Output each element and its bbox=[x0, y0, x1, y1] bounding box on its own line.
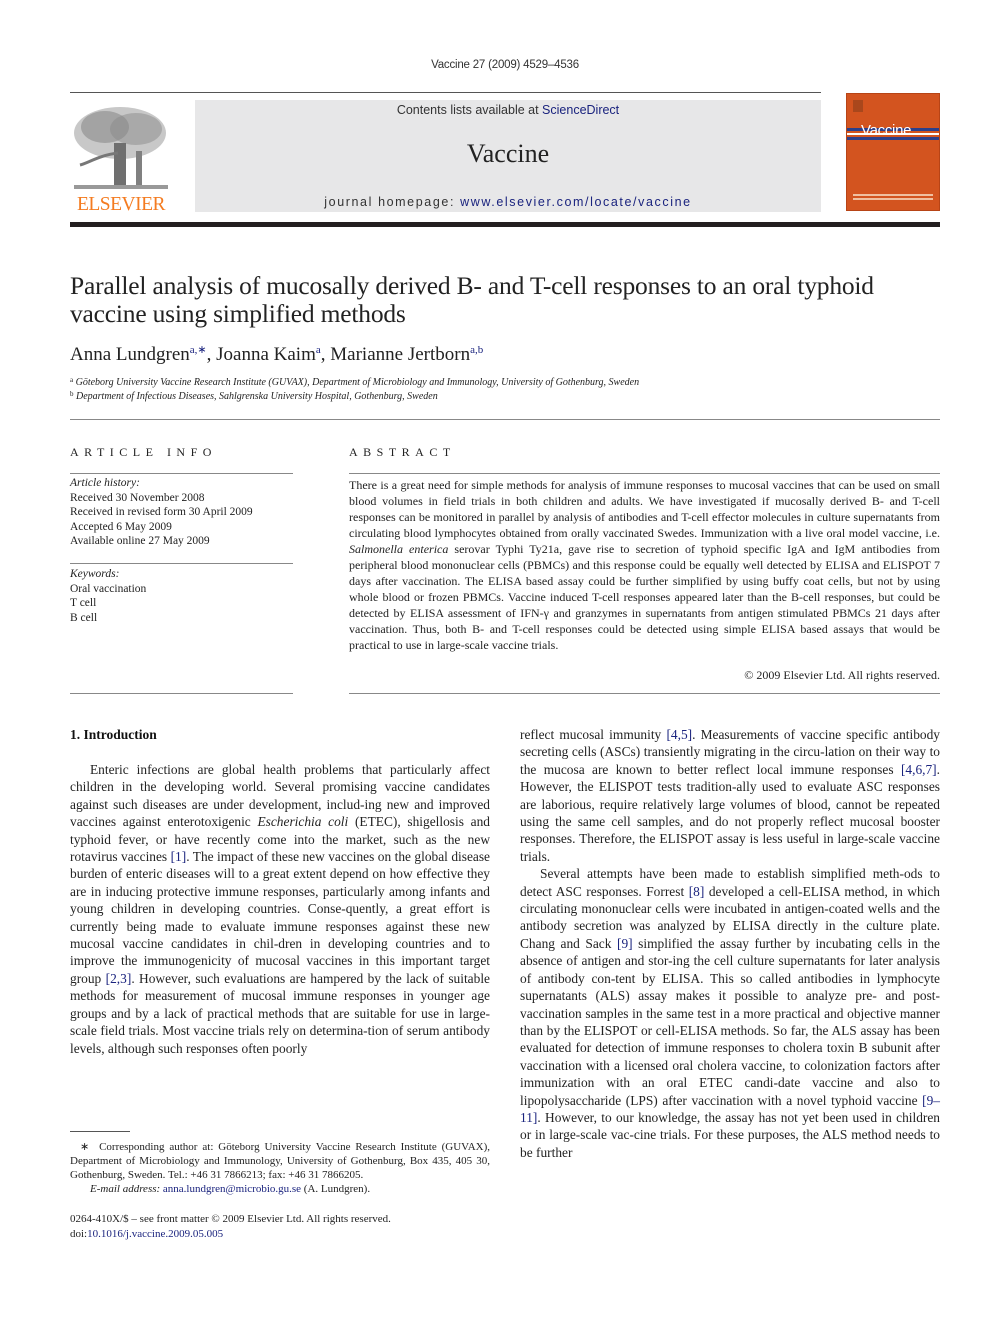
corresponding-author-footnote: ∗ Corresponding author at: Göteborg Univ… bbox=[70, 1140, 490, 1196]
keywords-label: Keywords: bbox=[70, 568, 120, 580]
keyword-item: Oral vaccination bbox=[70, 582, 147, 595]
abstract-text-part: There is a great need for simple methods… bbox=[349, 478, 940, 540]
paragraph: Enteric infections are global health pro… bbox=[70, 761, 490, 1057]
homepage-link[interactable]: www.elsevier.com/locate/vaccine bbox=[460, 195, 692, 209]
doi-prefix: doi: bbox=[70, 1228, 88, 1240]
affiliation: a Göteborg University Vaccine Research I… bbox=[70, 376, 940, 388]
keywords: Keywords: Oral vaccination T cell B cell bbox=[70, 567, 293, 625]
citation-link[interactable]: [1] bbox=[171, 849, 187, 864]
citation-link[interactable]: [4,6,7] bbox=[901, 762, 937, 777]
header-thick-rule bbox=[70, 222, 940, 227]
text-run: simplified the assay further by incubati… bbox=[520, 935, 940, 1108]
citation-link[interactable]: [4,5] bbox=[666, 727, 692, 742]
body-right-column: reflect mucosal immunity [4,5]. Measurem… bbox=[520, 726, 940, 1161]
affiliation-text: Göteborg University Vaccine Research Ins… bbox=[75, 377, 640, 388]
doi-line: doi:10.1016/j.vaccine.2009.05.005 bbox=[70, 1227, 490, 1242]
abstract-copyright: © 2009 Elsevier Ltd. All rights reserved… bbox=[744, 668, 940, 682]
history-item: Received 30 November 2008 bbox=[70, 491, 205, 504]
history-item: Received in revised form 30 April 2009 bbox=[70, 506, 253, 518]
affiliation: b Department of Infectious Diseases, Sah… bbox=[70, 390, 940, 402]
author-affil-mark[interactable]: a bbox=[316, 344, 321, 356]
abstract-heading: ABSTRACT bbox=[349, 445, 456, 459]
footnote-email: E-mail address: anna.lundgren@microbio.g… bbox=[70, 1182, 490, 1196]
cover-publisher-icon bbox=[853, 100, 863, 112]
body-left-column: Enteric infections are global health pro… bbox=[70, 761, 490, 1057]
author-affil-mark[interactable]: a,b bbox=[470, 344, 483, 356]
affiliation-mark: b bbox=[70, 390, 74, 398]
author-affil-mark[interactable]: a,∗ bbox=[190, 344, 207, 356]
email-link[interactable]: anna.lundgren@microbio.gu.se bbox=[163, 1183, 301, 1195]
cover-caption bbox=[853, 198, 933, 200]
doi-link[interactable]: 10.1016/j.vaccine.2009.05.005 bbox=[87, 1228, 223, 1240]
affiliation-mark: a bbox=[70, 376, 74, 384]
text-run: . However, the ELISPOT tests tradition-a… bbox=[520, 761, 940, 864]
contents-line: Contents lists available at ScienceDirec… bbox=[195, 103, 821, 117]
article-history: Article history: Received 30 November 20… bbox=[70, 476, 293, 549]
abstract-species: Salmonella enterica bbox=[349, 542, 449, 556]
footnote-mark: ∗ bbox=[80, 1141, 90, 1153]
citation-link[interactable]: [2,3] bbox=[106, 971, 132, 986]
article-info-heading: ARTICLE INFO bbox=[70, 445, 217, 459]
divider bbox=[349, 473, 940, 474]
divider bbox=[70, 693, 293, 694]
divider bbox=[70, 473, 293, 474]
cover-title: Vaccine bbox=[861, 122, 912, 139]
contents-prefix: Contents lists available at bbox=[396, 103, 543, 117]
front-matter: 0264-410X/$ – see front matter © 2009 El… bbox=[70, 1212, 490, 1242]
footnote-body: Corresponding author at: Göteborg Univer… bbox=[70, 1141, 491, 1181]
email-suffix: (A. Lundgren). bbox=[301, 1183, 371, 1195]
text-run: . However, to our knowledge, the assay h… bbox=[520, 1109, 940, 1160]
footnote-rule bbox=[70, 1131, 130, 1132]
abstract-text: There is a great need for simple methods… bbox=[349, 477, 940, 653]
divider bbox=[70, 419, 940, 420]
divider bbox=[349, 693, 940, 694]
species-name: Escherichia coli bbox=[257, 814, 349, 830]
section-heading: 1. Introduction bbox=[70, 727, 157, 742]
citation-link[interactable]: [9] bbox=[617, 936, 633, 951]
history-item: Available online 27 May 2009 bbox=[70, 535, 210, 547]
keyword-item: T cell bbox=[70, 597, 97, 609]
homepage-prefix: journal homepage: bbox=[324, 195, 461, 209]
text-run: . However, such evaluations are hampered… bbox=[70, 970, 490, 1056]
running-citation: Vaccine 27 (2009) 4529–4536 bbox=[431, 59, 579, 71]
footnote-text: ∗ Corresponding author at: Göteborg Univ… bbox=[70, 1140, 490, 1182]
cover-caption bbox=[853, 194, 933, 196]
journal-name: Vaccine bbox=[466, 139, 550, 168]
text-run: . The impact of these new vaccines on th… bbox=[70, 849, 490, 986]
issn-line: 0264-410X/$ – see front matter © 2009 El… bbox=[70, 1213, 391, 1225]
citation-link[interactable]: [8] bbox=[689, 884, 705, 899]
author-list: Anna Lundgrena,∗, Joanna Kaima, Marianne… bbox=[70, 344, 484, 365]
author-name: Marianne Jertborn bbox=[330, 344, 471, 365]
keyword-item: B cell bbox=[70, 611, 98, 624]
sciencedirect-link[interactable]: ScienceDirect bbox=[542, 103, 619, 117]
header-rule bbox=[70, 92, 821, 93]
paragraph: Several attempts have been made to estab… bbox=[520, 865, 940, 1161]
author-name: Joanna Kaim bbox=[216, 344, 316, 365]
article-title: Parallel analysis of mucosally derived B… bbox=[70, 271, 874, 328]
author-name: Anna Lundgren bbox=[70, 344, 190, 365]
elsevier-wordmark: ELSEVIER bbox=[76, 194, 166, 215]
abstract-text-part: serovar Typhi Ty21a, gave rise to secret… bbox=[349, 542, 940, 652]
divider bbox=[70, 563, 293, 564]
history-label: Article history: bbox=[70, 477, 140, 489]
email-label: E-mail address: bbox=[90, 1183, 161, 1195]
affiliation-text: Department of Infectious Diseases, Sahlg… bbox=[76, 391, 438, 402]
journal-homepage: journal homepage: www.elsevier.com/locat… bbox=[195, 195, 821, 209]
history-item: Accepted 6 May 2009 bbox=[70, 520, 172, 533]
paragraph: reflect mucosal immunity [4,5]. Measurem… bbox=[520, 726, 940, 865]
text-run: reflect mucosal immunity bbox=[520, 727, 667, 742]
journal-cover: Vaccine bbox=[846, 93, 940, 211]
